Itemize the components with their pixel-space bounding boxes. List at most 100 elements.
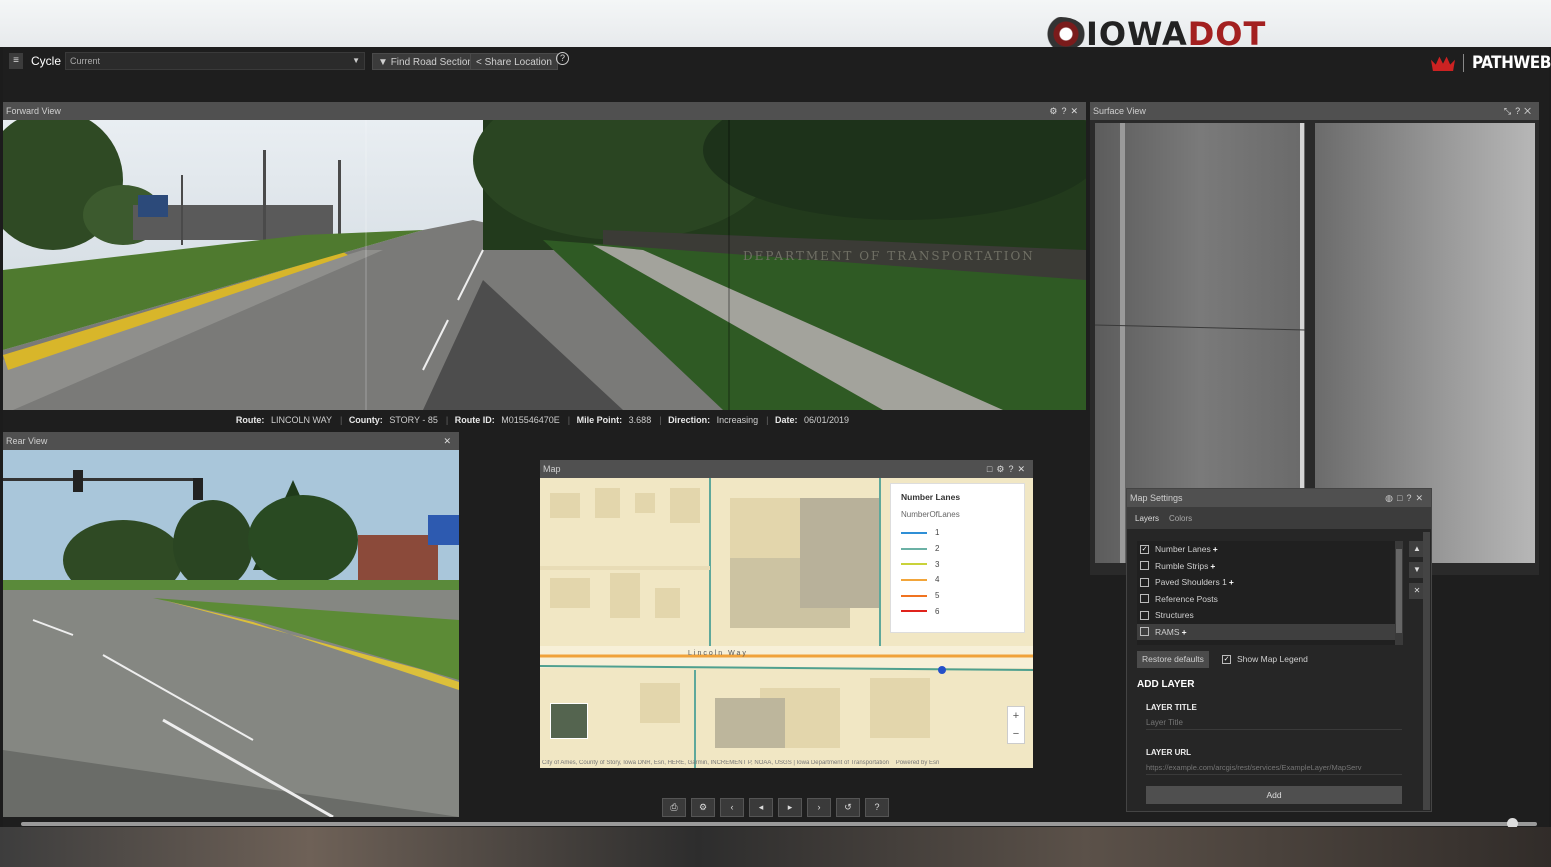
add-icon[interactable]: + (1210, 561, 1215, 571)
map-controls: □⚙?✕ (987, 460, 1029, 478)
cycle-select[interactable]: Current ▼ (65, 52, 365, 70)
layer-label: RAMS (1155, 626, 1180, 637)
pathweb-app: ≡ Cycle Current ▼ ▼ Find Road Section < S… (3, 47, 1551, 829)
layer-item[interactable]: ✓ Number Lanes + (1137, 541, 1395, 558)
legend-title: Number Lanes (901, 492, 961, 502)
layer-label: Number Lanes (1155, 544, 1211, 555)
close-icon[interactable]: ✕ (443, 436, 455, 446)
map-settings-header[interactable]: Map Settings ◍□?✕ (1127, 489, 1431, 507)
map-header[interactable]: Map □⚙?✕ (540, 460, 1033, 478)
zoom-control[interactable]: + − (1007, 706, 1025, 744)
surface-view-controls: ⤡?✕ (1504, 102, 1535, 120)
rear-view-photo (3, 450, 459, 817)
checkbox-icon[interactable]: ✓ (1222, 654, 1231, 664)
route-info-bar: Route: LINCOLN WAY | County: STORY - 85 | … (3, 410, 1086, 430)
expand-icon[interactable]: ⤡ (1504, 106, 1515, 116)
logo-divider (1463, 54, 1464, 72)
timeline-slider[interactable] (21, 822, 1537, 826)
direction-value: Increasing (716, 415, 759, 425)
forward-view-controls: ⚙?✕ (1049, 102, 1082, 120)
map-settings-scrollbar[interactable] (1423, 532, 1430, 810)
legend-swatch (901, 563, 927, 566)
layer-url-input[interactable] (1146, 761, 1402, 775)
close-icon[interactable]: ✕ (1017, 464, 1029, 474)
add-icon[interactable]: + (1182, 627, 1187, 637)
scroll-thumb[interactable] (1396, 549, 1402, 633)
map-settings-title: Map Settings (1130, 493, 1183, 503)
hamburger-menu-button[interactable]: ≡ (9, 53, 23, 69)
legend-label: 4 (935, 575, 940, 585)
gear-icon[interactable]: ⚙ (996, 464, 1008, 474)
add-icon[interactable]: + (1213, 544, 1218, 554)
route-label: Route: (235, 415, 265, 425)
layer-checkbox[interactable] (1140, 577, 1149, 587)
street-label: Lincoln Way (688, 650, 748, 657)
print-button[interactable]: ⎙ (662, 798, 686, 817)
close-icon[interactable]: ✕ (1524, 106, 1535, 116)
layer-checkbox[interactable] (1140, 610, 1149, 620)
help-icon[interactable]: ? (1515, 106, 1524, 116)
add-layer-button[interactable]: Add (1146, 786, 1402, 804)
basemap-toggle[interactable] (550, 703, 588, 739)
route-value: LINCOLN WAY (270, 415, 332, 425)
rear-view-image[interactable] (3, 450, 459, 817)
rear-view-title: Rear View (6, 436, 48, 446)
layer-checkbox[interactable] (1140, 561, 1149, 571)
add-icon[interactable]: + (1229, 577, 1234, 587)
map-title: Map (543, 464, 561, 474)
surface-view-header[interactable]: Surface View ⤡?✕ (1090, 102, 1539, 120)
reverse-direction-button[interactable]: ↺ (836, 798, 860, 817)
window-icon[interactable]: □ (987, 464, 996, 474)
layer-item[interactable]: RAMS + (1137, 623, 1395, 640)
county-value: STORY - 85 (389, 415, 438, 425)
zoom-out-button[interactable]: − (1008, 725, 1024, 743)
tab-layers[interactable]: Layers (1135, 514, 1159, 523)
attribution-text: City of Ames, County of Story, Iowa DNR,… (542, 760, 890, 766)
layer-item[interactable]: Structures (1137, 607, 1395, 624)
forward-view-image[interactable]: DEPARTMENT OF TRANSPORTATION (3, 120, 1086, 410)
help-button[interactable]: ? (865, 798, 889, 817)
share-location-button[interactable]: < Share Location (470, 53, 558, 70)
surface-view-title: Surface View (1093, 106, 1146, 116)
layer-label: Reference Posts (1155, 593, 1218, 604)
layer-item[interactable]: Reference Posts (1137, 591, 1395, 608)
layer-checkbox[interactable] (1140, 627, 1149, 637)
legend-label: 6 (935, 606, 940, 616)
play-forward-button[interactable]: ▸ (778, 798, 802, 817)
legend-label: 1 (935, 528, 940, 538)
step-back-button[interactable]: ‹ (720, 798, 744, 817)
play-back-button[interactable]: ◂ (749, 798, 773, 817)
layer-item[interactable]: Paved Shoulders 1 + (1137, 574, 1395, 591)
help-icon[interactable]: ? (556, 52, 569, 65)
legend-swatch (901, 578, 927, 581)
map-settings-tabs: Layers Colors (1127, 507, 1431, 529)
layer-title-input[interactable] (1146, 716, 1402, 730)
step-forward-button[interactable]: › (807, 798, 831, 817)
settings-button[interactable]: ⚙ (691, 798, 715, 817)
map-attribution: City of Ames, County of Story, Iowa DNR,… (542, 760, 1031, 766)
layer-checkbox[interactable]: ✓ (1140, 544, 1149, 554)
layer-item[interactable]: Rumble Strips + (1137, 558, 1395, 575)
map-view[interactable]: Lincoln Way Number Lanes NumberOfLanes 1… (540, 478, 1033, 768)
close-icon[interactable]: ✕ (1415, 493, 1427, 503)
restore-defaults-button[interactable]: Restore defaults (1137, 651, 1209, 668)
close-icon[interactable]: ✕ (1070, 106, 1082, 116)
tab-colors[interactable]: Colors (1169, 514, 1192, 523)
layer-checkbox[interactable] (1140, 594, 1149, 604)
caret-down-icon: ▼ (352, 56, 360, 65)
layer-label: Rumble Strips (1155, 560, 1209, 571)
gear-icon[interactable]: ⚙ (1049, 106, 1061, 116)
forward-view-header[interactable]: Forward View ⚙?✕ (3, 102, 1086, 120)
rear-view-header[interactable]: Rear View ✕ (3, 432, 459, 450)
zoom-in-button[interactable]: + (1008, 707, 1024, 725)
legend-label: 3 (935, 559, 940, 569)
layer-list-scrollbar[interactable] (1395, 541, 1403, 645)
layer-title-label: LAYER TITLE (1146, 703, 1197, 712)
find-road-section-button[interactable]: ▼ Find Road Section (372, 53, 479, 70)
show-map-legend-checkbox[interactable]: ✓ Show Map Legend (1222, 654, 1308, 664)
route-id-value: M015546470E (501, 415, 560, 425)
direction-label: Direction: (668, 415, 711, 425)
layer-label: Paved Shoulders 1 (1155, 577, 1227, 588)
globe-icon[interactable]: ◍ (1385, 493, 1397, 503)
legend-swatch (901, 547, 927, 550)
